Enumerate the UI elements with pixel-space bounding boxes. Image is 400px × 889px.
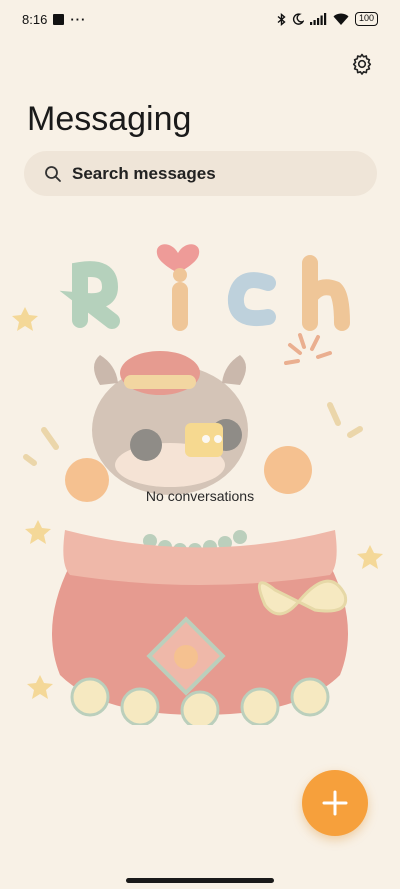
new-message-button[interactable] bbox=[302, 770, 368, 836]
status-right: 100 bbox=[277, 12, 378, 26]
search-input[interactable]: Search messages bbox=[72, 164, 216, 184]
empty-state-illustration bbox=[12, 244, 383, 725]
moon-icon bbox=[292, 13, 304, 25]
bluetooth-icon bbox=[277, 12, 286, 26]
search-bar[interactable]: Search messages bbox=[24, 151, 377, 196]
star-icon bbox=[357, 545, 383, 569]
status-overflow: ··· bbox=[70, 11, 87, 27]
status-left: 8:16 ··· bbox=[22, 12, 86, 27]
star-icon bbox=[12, 307, 38, 331]
search-icon bbox=[45, 165, 61, 182]
settings-button[interactable] bbox=[348, 50, 376, 78]
battery-icon: 100 bbox=[354, 12, 378, 26]
orange-icon bbox=[264, 446, 312, 494]
star-icon bbox=[27, 675, 53, 699]
page-title: Messaging bbox=[27, 100, 192, 138]
status-bar: 8:16 ··· 100 bbox=[0, 0, 400, 38]
star-icon bbox=[25, 520, 51, 544]
gear-icon bbox=[352, 53, 372, 75]
status-time: 8:16 bbox=[22, 11, 48, 27]
home-indicator[interactable] bbox=[126, 878, 274, 883]
signal-icon bbox=[309, 13, 327, 25]
empty-state-message: No conversations bbox=[145, 488, 255, 504]
plus-icon bbox=[322, 790, 348, 816]
decorative-letters bbox=[59, 255, 350, 331]
wifi-icon bbox=[333, 13, 349, 25]
notification-icon bbox=[53, 13, 65, 25]
